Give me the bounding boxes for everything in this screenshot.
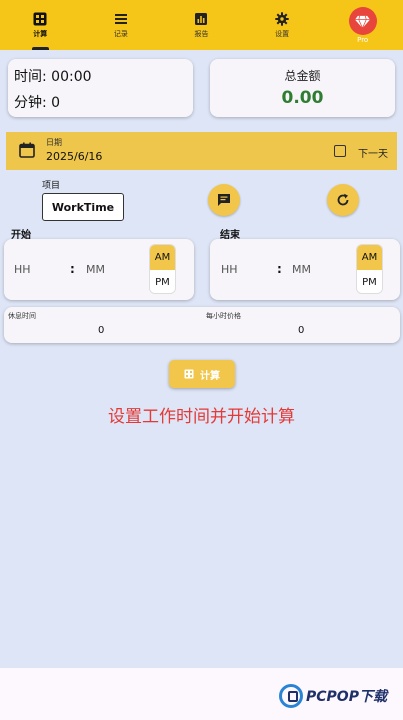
nav-tab-pro[interactable]: Pro xyxy=(322,0,403,50)
total-amount-card: 总金额 0.00 xyxy=(210,59,395,117)
date-selector[interactable]: 日期 2025/6/16 下一天 xyxy=(6,132,397,170)
reset-button[interactable] xyxy=(327,184,359,216)
calendar-icon xyxy=(19,142,35,158)
top-navigation: 计算 记录 报告 设置 Pro xyxy=(0,0,403,50)
nav-tab-records[interactable]: 记录 xyxy=(81,0,162,50)
nav-label: 设置 xyxy=(275,30,290,38)
total-amount-value: 0.00 xyxy=(281,88,324,108)
end-hour-input[interactable]: HH xyxy=(221,263,238,276)
hourly-price-input[interactable]: 0 xyxy=(298,325,304,336)
pro-badge xyxy=(348,7,377,35)
rest-price-card: 休息时间 0 每小时价格 0 xyxy=(4,307,400,343)
nav-tab-report[interactable]: 报告 xyxy=(161,0,242,50)
gear-icon xyxy=(275,12,289,26)
project-select-button[interactable]: WorkTime xyxy=(42,193,124,221)
message-icon xyxy=(218,194,230,206)
nav-label: 计算 xyxy=(33,30,48,38)
list-icon xyxy=(114,14,127,24)
refresh-icon xyxy=(337,193,349,206)
nav-label: 报告 xyxy=(194,30,209,38)
end-minute-input[interactable]: MM xyxy=(292,263,311,276)
calculator-icon xyxy=(184,369,194,379)
time-separator: : xyxy=(277,262,282,276)
time-readout: 时间: 00:00 xyxy=(14,69,92,85)
watermark-text: PCPOP下载 xyxy=(306,689,387,705)
nav-tab-calculate[interactable]: 计算 xyxy=(0,0,81,50)
hourly-price-label: 每小时价格 xyxy=(206,312,241,320)
project-label: 项目 xyxy=(42,181,61,191)
note-button[interactable] xyxy=(208,184,240,216)
nav-label: Pro xyxy=(357,36,369,44)
rest-time-input[interactable]: 0 xyxy=(98,325,104,336)
bar-chart-icon xyxy=(195,13,208,25)
watermark: PCPOP下载 xyxy=(279,684,387,708)
start-minute-input[interactable]: MM xyxy=(86,263,105,276)
end-time-picker: HH : MM AM PM xyxy=(210,239,400,300)
diamond-icon xyxy=(355,15,371,28)
date-value: 2025/6/16 xyxy=(46,150,103,163)
next-day-checkbox[interactable] xyxy=(334,145,346,157)
hint-message: 设置工作时间并开始计算 xyxy=(108,407,295,427)
watermark-logo-icon xyxy=(279,684,303,708)
calculate-button-label: 计算 xyxy=(200,370,220,382)
start-time-picker: HH : MM AM PM xyxy=(4,239,194,300)
calculator-icon xyxy=(33,12,47,26)
start-ampm-toggle: AM PM xyxy=(149,244,176,294)
rest-time-label: 休息时间 xyxy=(8,312,36,320)
start-am-option[interactable]: AM xyxy=(150,245,175,270)
end-ampm-toggle: AM PM xyxy=(356,244,383,294)
start-pm-option[interactable]: PM xyxy=(150,270,175,293)
calculate-button[interactable]: 计算 xyxy=(169,360,235,388)
time-separator: : xyxy=(70,262,75,276)
time-summary-card: 时间: 00:00 分钟: 0 xyxy=(8,59,193,117)
nav-label: 记录 xyxy=(113,30,128,38)
minutes-readout: 分钟: 0 xyxy=(14,95,61,111)
end-am-option[interactable]: AM xyxy=(357,245,382,270)
nav-tab-settings[interactable]: 设置 xyxy=(242,0,323,50)
date-label: 日期 xyxy=(46,138,62,147)
next-day-label: 下一天 xyxy=(358,149,388,160)
start-hour-input[interactable]: HH xyxy=(14,263,31,276)
total-amount-label: 总金额 xyxy=(284,69,321,83)
end-pm-option[interactable]: PM xyxy=(357,270,382,293)
